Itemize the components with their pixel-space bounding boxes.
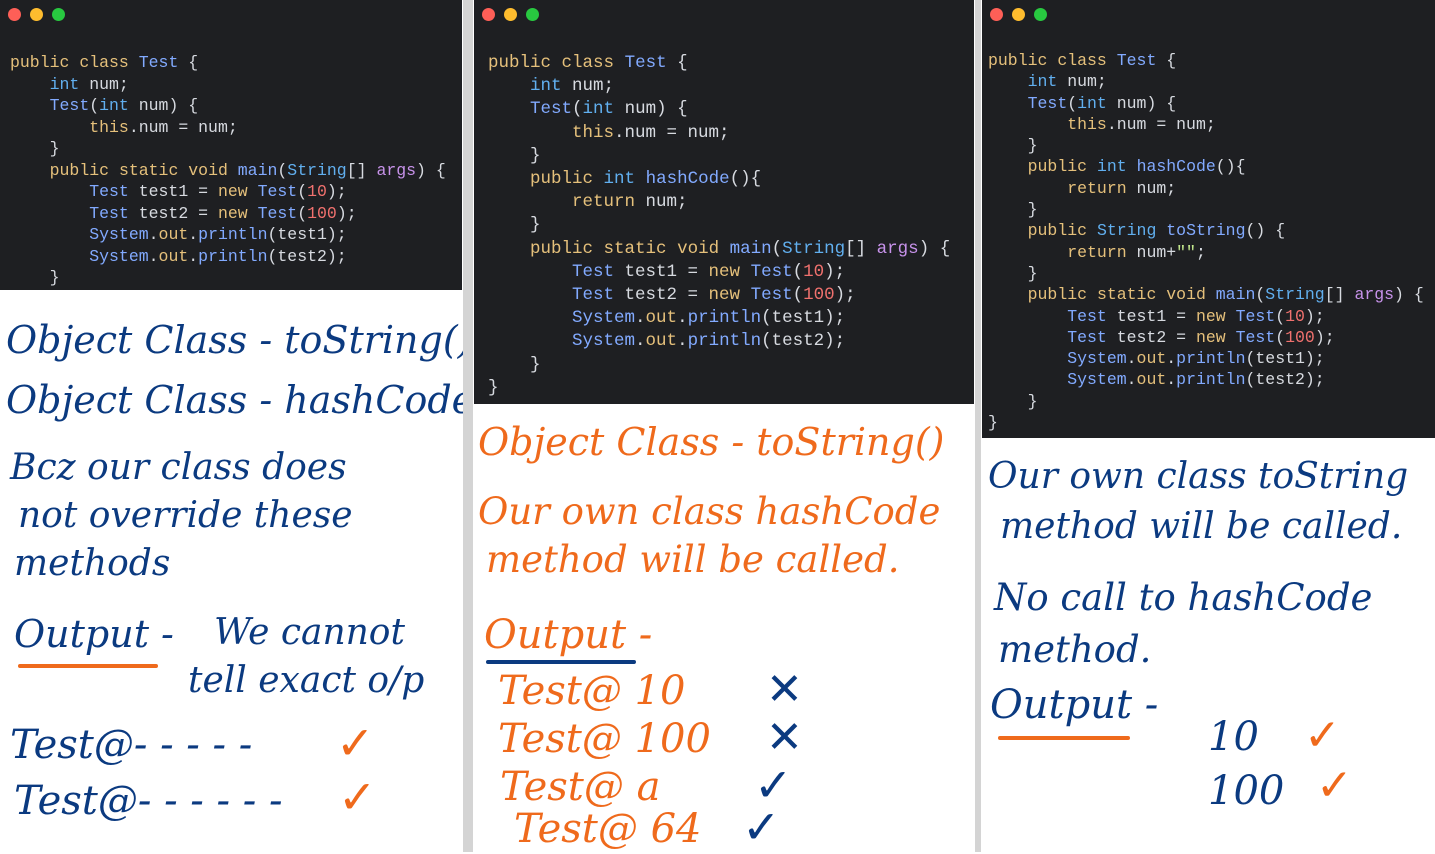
close-window-button[interactable]: [482, 8, 495, 21]
cross-icon: ✕: [766, 664, 803, 715]
output-line: 100: [1208, 768, 1285, 814]
output-line: Test@- - - - -: [10, 722, 253, 768]
close-window-button[interactable]: [990, 8, 1003, 21]
note-line: not override these: [18, 495, 353, 536]
note-line: method will be called.: [1000, 506, 1403, 547]
note-line: Our own class hashCode: [478, 490, 941, 533]
check-icon: ✓: [742, 800, 781, 854]
output-description: tell exact o/p: [188, 660, 425, 701]
note-line: Our own class toString: [988, 456, 1409, 497]
output-label: Output -: [14, 612, 174, 656]
maximize-window-button[interactable]: [1034, 8, 1047, 21]
minimize-window-button[interactable]: [30, 8, 43, 21]
close-window-button[interactable]: [8, 8, 21, 21]
code-block: public class Test { int num; Test(int nu…: [488, 53, 951, 398]
check-icon: ✓: [338, 770, 377, 824]
note-line: Object Class - toString(): [6, 318, 473, 362]
output-underline: [998, 736, 1130, 740]
minimize-window-button[interactable]: [504, 8, 517, 21]
note-line: No call to hashCode: [994, 576, 1373, 619]
output-underline: [486, 660, 636, 664]
output-underline: [18, 664, 158, 668]
code-editor-window: public class Test { int num; Test(int nu…: [982, 0, 1435, 438]
panel-divider: [975, 0, 981, 852]
check-icon: ✓: [336, 716, 375, 770]
maximize-window-button[interactable]: [526, 8, 539, 21]
output-line: Test@ 64: [514, 806, 702, 852]
panel-3: public class Test { int num; Test(int nu…: [982, 0, 1435, 852]
output-label: Output -: [484, 612, 653, 658]
window-controls: [482, 8, 539, 21]
note-line: Object Class - toString(): [478, 420, 945, 464]
window-controls: [990, 8, 1047, 21]
code-block: public class Test { int num; Test(int nu…: [10, 53, 446, 287]
code-editor-window: public class Test { int num; Test(int nu…: [474, 0, 974, 404]
output-description: We cannot: [214, 612, 405, 653]
check-icon: ✓: [1316, 760, 1353, 811]
check-icon: ✓: [1304, 710, 1341, 761]
note-line: methods: [14, 543, 171, 584]
panel-divider: [463, 0, 473, 852]
window-controls: [8, 8, 65, 21]
output-line: Test@ a: [500, 764, 661, 810]
panel-2: public class Test { int num; Test(int nu…: [474, 0, 974, 854]
note-line: method will be called.: [486, 538, 900, 581]
output-line: Test@- - - - - -: [14, 778, 283, 824]
output-line: Test@ 10: [498, 668, 686, 714]
output-line: Test@ 100: [498, 716, 711, 762]
output-label: Output -: [990, 682, 1159, 728]
panel-1: public class Test { int num; Test(int nu…: [0, 0, 504, 852]
maximize-window-button[interactable]: [52, 8, 65, 21]
cross-icon: ✕: [766, 712, 803, 763]
code-editor-window: public class Test { int num; Test(int nu…: [0, 0, 462, 290]
note-line: Bcz our class does: [10, 447, 347, 488]
note-line: method.: [998, 628, 1152, 671]
note-line: Object Class - hashCode(): [6, 378, 504, 422]
code-block: public class Test { int num; Test(int nu…: [988, 51, 1424, 433]
minimize-window-button[interactable]: [1012, 8, 1025, 21]
output-line: 10: [1208, 714, 1259, 760]
